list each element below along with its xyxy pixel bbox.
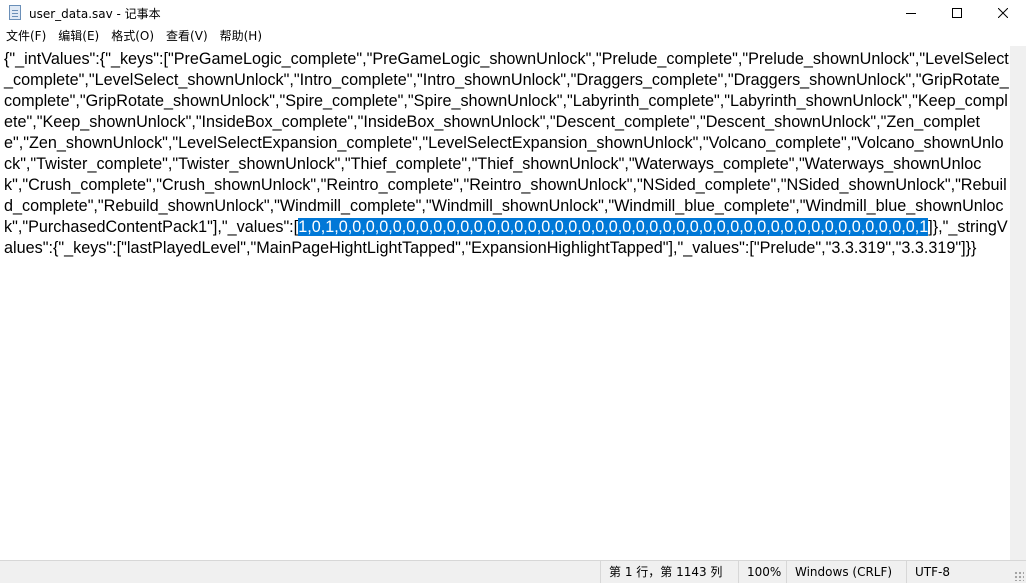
menu-help[interactable]: 帮助(H)	[214, 26, 268, 46]
encoding: UTF-8	[906, 561, 1006, 583]
editor-text-before: {"_intValues":{"_keys":["PreGameLogic_co…	[4, 50, 1009, 236]
selected-text: 1,0,1,0,0,0,0,0,0,0,0,0,0,0,0,0,0,0,0,0,…	[298, 218, 929, 236]
resize-grip-icon[interactable]	[1014, 571, 1024, 581]
line-ending: Windows (CRLF)	[786, 561, 906, 583]
menu-file[interactable]: 文件(F)	[0, 26, 52, 46]
text-editor[interactable]: {"_intValues":{"_keys":["PreGameLogic_co…	[0, 46, 1010, 560]
menu-bar: 文件(F) 编辑(E) 格式(O) 查看(V) 帮助(H)	[0, 26, 1026, 46]
window-controls	[888, 0, 1026, 26]
close-icon	[998, 8, 1008, 18]
close-button[interactable]	[980, 0, 1026, 26]
title-bar: user_data.sav - 记事本	[0, 0, 1026, 26]
maximize-icon	[952, 8, 962, 18]
status-bar: 第 1 行，第 1143 列 100% Windows (CRLF) UTF-8	[0, 560, 1026, 583]
vertical-scrollbar[interactable]	[1010, 46, 1026, 560]
maximize-button[interactable]	[934, 0, 980, 26]
menu-view[interactable]: 查看(V)	[160, 26, 214, 46]
minimize-icon	[906, 13, 916, 14]
zoom-level: 100%	[738, 561, 786, 583]
minimize-button[interactable]	[888, 0, 934, 26]
notepad-icon	[8, 5, 22, 21]
window-title: user_data.sav - 记事本	[29, 6, 161, 21]
menu-edit[interactable]: 编辑(E)	[52, 26, 105, 46]
cursor-position: 第 1 行，第 1143 列	[600, 561, 738, 583]
menu-format[interactable]: 格式(O)	[105, 26, 160, 46]
